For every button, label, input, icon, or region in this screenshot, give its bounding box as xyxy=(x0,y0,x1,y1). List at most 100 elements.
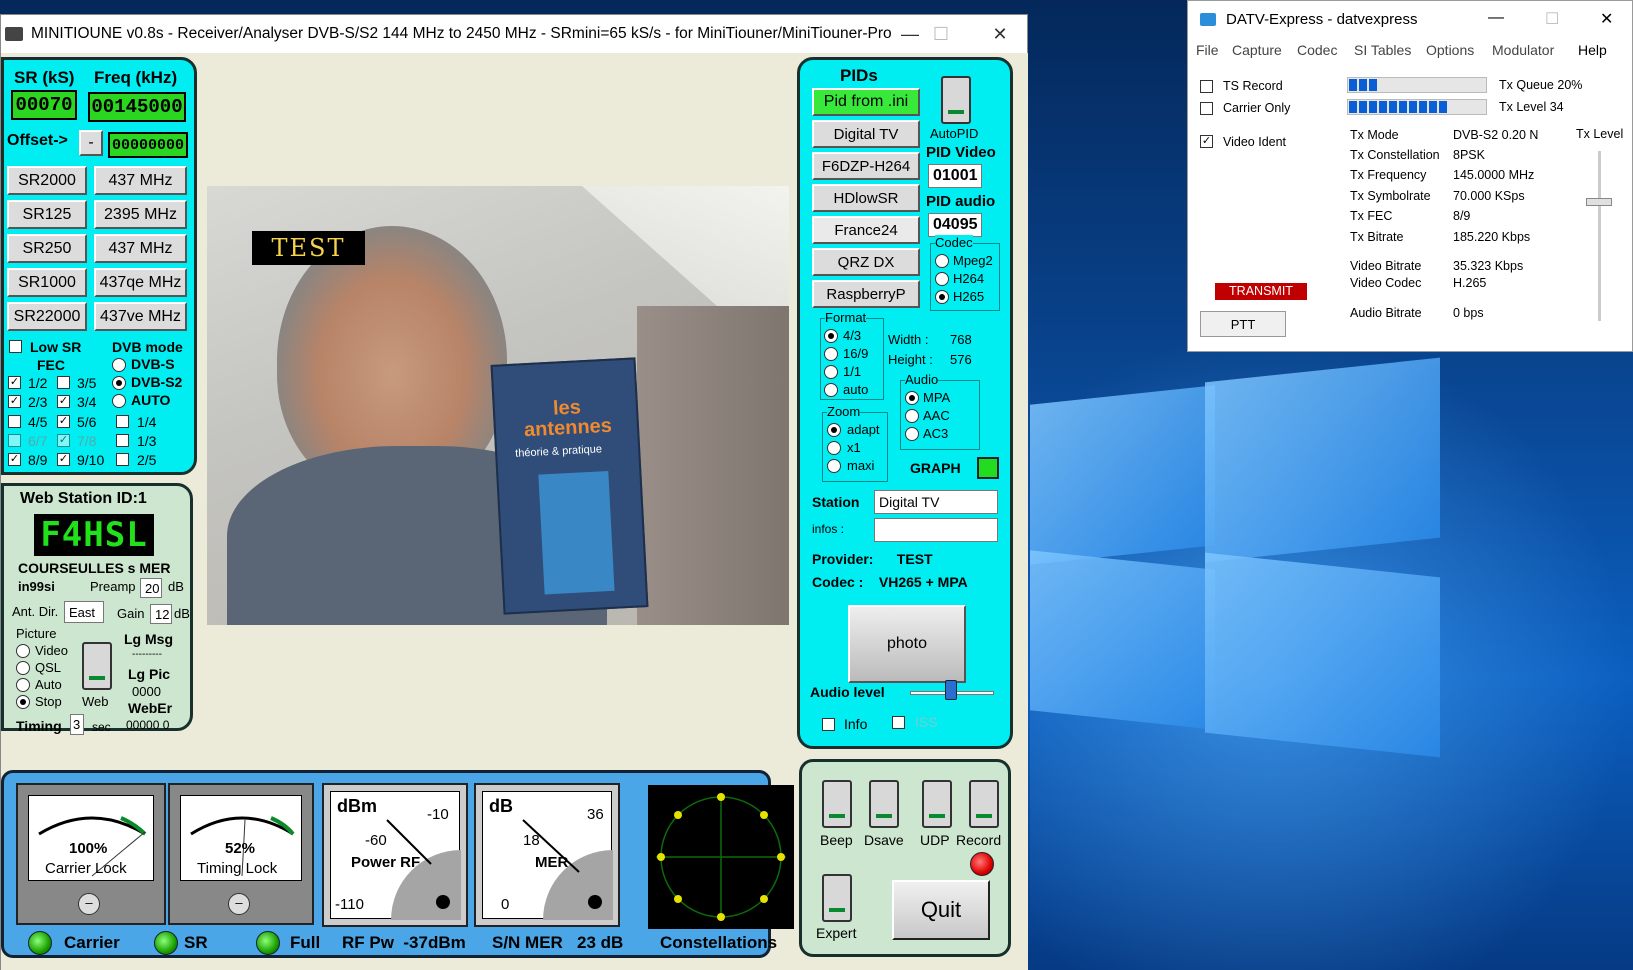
video-ident-checkbox[interactable]: ✓ xyxy=(1200,135,1213,148)
maximize-button[interactable]: ☐ xyxy=(912,15,970,53)
fec-checkbox[interactable]: ✓ xyxy=(57,434,70,447)
codec-radio[interactable] xyxy=(935,290,949,304)
tx-level-slider-thumb[interactable] xyxy=(1586,198,1612,206)
freq-preset-button[interactable]: 437 MHz xyxy=(94,234,187,263)
fec-checkbox[interactable]: ✓ xyxy=(8,376,21,389)
picture-radio[interactable] xyxy=(16,678,30,692)
dx-close-button[interactable]: ✕ xyxy=(1600,9,1613,29)
format-radio[interactable] xyxy=(824,383,838,397)
preamp-field[interactable]: 20 xyxy=(140,578,162,598)
fec-checkbox[interactable]: ✓ xyxy=(57,395,70,408)
menu-help[interactable]: Help xyxy=(1578,42,1607,58)
fec-label-item: 3/4 xyxy=(77,394,97,410)
station-field[interactable]: Digital TV xyxy=(874,490,998,514)
preset-raspberryp-button[interactable]: RaspberryP xyxy=(812,280,920,308)
dvb-mode-radio[interactable] xyxy=(112,376,126,390)
pid-video-field[interactable]: 01001 xyxy=(928,164,982,188)
pid-audio-field[interactable]: 04095 xyxy=(928,213,982,237)
offset-display[interactable]: 00000000 xyxy=(108,132,188,158)
db-tick-0: 0 xyxy=(501,896,510,913)
menu-file[interactable]: File xyxy=(1196,42,1219,58)
preset-qrzdx-button[interactable]: QRZ DX xyxy=(812,248,920,276)
ts-record-checkbox[interactable] xyxy=(1200,80,1213,93)
udp-toggle[interactable] xyxy=(922,780,952,828)
beep-label: Beep xyxy=(820,832,853,848)
menu-capture[interactable]: Capture xyxy=(1232,42,1282,58)
tx-level-slider-track[interactable] xyxy=(1598,151,1601,321)
web-toggle[interactable] xyxy=(82,642,112,690)
fec-s1-checkbox[interactable] xyxy=(116,415,129,428)
format-radio[interactable] xyxy=(824,365,838,379)
dsave-toggle[interactable] xyxy=(869,780,899,828)
ant-dir-field[interactable]: East xyxy=(64,601,104,623)
preset-f6dzp-button[interactable]: F6DZP-H264 xyxy=(812,152,920,180)
infos-field[interactable] xyxy=(874,518,998,542)
fec-s1-checkbox[interactable] xyxy=(116,453,129,466)
sr-preset-button[interactable]: SR250 xyxy=(7,234,87,263)
codec-radio[interactable] xyxy=(935,272,949,286)
freq-preset-button[interactable]: 2395 MHz xyxy=(94,200,187,229)
fec-checkbox[interactable]: ✓ xyxy=(8,395,21,408)
preset-france24-button[interactable]: France24 xyxy=(812,216,920,244)
close-button[interactable]: ✕ xyxy=(971,15,1029,53)
dx-title-bar[interactable]: DATV-Express - datvexpress — ☐ ✕ xyxy=(1188,1,1632,37)
fec-s1-checkbox[interactable] xyxy=(116,434,129,447)
freq-preset-button[interactable]: 437 MHz xyxy=(94,166,187,195)
dx-minimize-button[interactable]: — xyxy=(1488,9,1504,27)
ptt-button[interactable]: PTT xyxy=(1200,311,1286,337)
preset-digital-tv-button[interactable]: Digital TV xyxy=(812,120,920,148)
zoom-radio[interactable] xyxy=(827,441,841,455)
fec-checkbox[interactable] xyxy=(8,415,21,428)
freq-preset-button[interactable]: 437ve MHz xyxy=(94,302,187,331)
graph-toggle[interactable] xyxy=(977,457,999,479)
preset-hdlowsr-button[interactable]: HDlowSR xyxy=(812,184,920,212)
picture-radio[interactable] xyxy=(16,661,30,675)
dx-maximize-button[interactable]: ☐ xyxy=(1545,9,1559,29)
timing-field[interactable]: 3 xyxy=(70,714,84,735)
freq-preset-button[interactable]: 437qe MHz xyxy=(94,268,187,297)
fec-checkbox[interactable]: ✓ xyxy=(57,453,70,466)
audio-level-slider-thumb[interactable] xyxy=(945,680,957,700)
pid-from-ini-button[interactable]: Pid from .ini xyxy=(812,88,920,116)
zoom-radio[interactable] xyxy=(827,423,841,437)
menu-modulator[interactable]: Modulator xyxy=(1492,42,1554,58)
low-sr-checkbox[interactable] xyxy=(9,340,22,353)
format-radio[interactable] xyxy=(824,347,838,361)
sr-preset-button[interactable]: SR125 xyxy=(7,200,87,229)
photo-button[interactable]: photo xyxy=(848,605,966,683)
audio-radio[interactable] xyxy=(905,409,919,423)
record-toggle[interactable] xyxy=(969,780,999,828)
carrier-only-checkbox[interactable] xyxy=(1200,102,1213,115)
format-radio[interactable] xyxy=(824,329,838,343)
fec-checkbox[interactable] xyxy=(57,376,70,389)
offset-sign-button[interactable]: - xyxy=(79,130,103,156)
autopid-toggle[interactable] xyxy=(941,76,971,124)
gain-field[interactable]: 12 xyxy=(150,604,172,624)
picture-radio[interactable] xyxy=(16,644,30,658)
title-bar[interactable]: MINITIOUNE v0.8s - Receiver/Analyser DVB… xyxy=(1,15,1027,53)
sr-display[interactable]: 00070 xyxy=(11,90,77,120)
mer-face: dB 36 18 MER 0 xyxy=(482,791,613,920)
iss-checkbox[interactable] xyxy=(892,716,905,729)
expert-toggle[interactable] xyxy=(822,874,852,922)
codec-radio[interactable] xyxy=(935,254,949,268)
fec-checkbox[interactable]: ✓ xyxy=(57,415,70,428)
sr-preset-button[interactable]: SR22000 xyxy=(7,302,87,331)
menu-options[interactable]: Options xyxy=(1426,42,1474,58)
menu-si-tables[interactable]: SI Tables xyxy=(1354,42,1411,58)
info-checkbox[interactable] xyxy=(822,718,835,731)
sr-preset-button[interactable]: SR1000 xyxy=(7,268,87,297)
fec-checkbox[interactable]: ✓ xyxy=(8,453,21,466)
dvb-mode-radio[interactable] xyxy=(112,394,126,408)
audio-radio[interactable] xyxy=(905,427,919,441)
quit-button[interactable]: Quit xyxy=(892,880,990,940)
audio-radio[interactable] xyxy=(905,391,919,405)
sr-preset-button[interactable]: SR2000 xyxy=(7,166,87,195)
beep-toggle[interactable] xyxy=(822,780,852,828)
freq-display[interactable]: 00145000 xyxy=(88,92,186,122)
fec-checkbox[interactable] xyxy=(8,434,21,447)
zoom-radio[interactable] xyxy=(827,459,841,473)
dvb-mode-radio[interactable] xyxy=(112,358,126,372)
picture-radio[interactable] xyxy=(16,695,30,709)
menu-codec[interactable]: Codec xyxy=(1297,42,1337,58)
